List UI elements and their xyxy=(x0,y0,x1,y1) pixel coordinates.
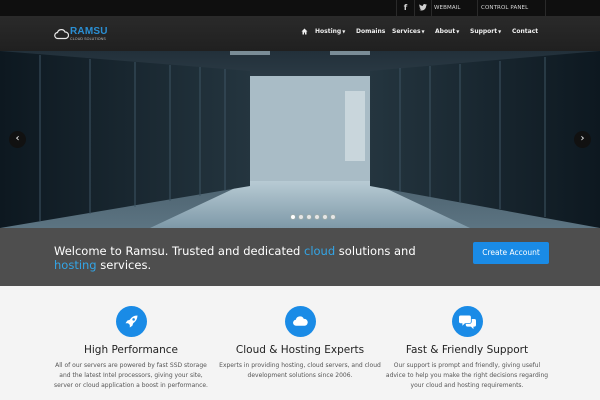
slider-prev-button[interactable]: ‹ xyxy=(9,131,26,148)
rocket-icon xyxy=(116,306,147,337)
feature-text: Our support is prompt and friendly, givi… xyxy=(385,362,549,389)
nav-hosting[interactable]: Hosting▼ xyxy=(315,28,345,35)
slider-dot[interactable] xyxy=(306,214,312,220)
highlight-hosting: hosting xyxy=(54,258,97,272)
feature-text: Experts in providing hosting, cloud serv… xyxy=(219,362,381,379)
control-panel-login-link[interactable]: CONTROL PANEL LOGIN xyxy=(478,0,546,27)
slider-next-button[interactable]: › xyxy=(574,131,591,148)
server-room-image xyxy=(0,51,600,228)
feature-text: All of our servers are powered by fast S… xyxy=(54,362,208,389)
webmail-login-link[interactable]: WEBMAIL LOGIN xyxy=(431,0,478,27)
nav-services[interactable]: Services▼ xyxy=(392,28,425,35)
nav-contact[interactable]: Contact xyxy=(512,28,538,35)
slider-dot[interactable] xyxy=(322,214,328,220)
welcome-band: Welcome to Ramsu. Trusted and dedicated … xyxy=(0,228,600,286)
highlight-cloud: cloud xyxy=(304,244,336,258)
nav-about[interactable]: About▼ xyxy=(435,28,459,35)
slider-dot[interactable] xyxy=(290,214,296,220)
home-icon[interactable] xyxy=(301,28,308,35)
slider-dot[interactable] xyxy=(314,214,320,220)
facebook-icon[interactable]: f xyxy=(396,0,414,16)
main-nav: Hosting▼ Domains Services▼ About▼ Suppor… xyxy=(0,16,600,51)
feature-title: Fast & Friendly Support xyxy=(405,344,529,356)
nav-support[interactable]: Support▼ xyxy=(470,28,501,35)
slider-dot[interactable] xyxy=(330,214,336,220)
chat-bubbles-icon xyxy=(452,306,483,337)
nav-domains[interactable]: Domains xyxy=(356,28,385,35)
slider-pagination xyxy=(290,214,340,222)
hero-slider: ‹ › xyxy=(0,51,600,228)
feature-title: High Performance xyxy=(83,344,178,356)
top-utility-bar: f WEBMAIL LOGIN CONTROL PANEL LOGIN xyxy=(0,0,600,27)
create-account-button[interactable]: Create Account xyxy=(473,242,549,264)
feature-title: Cloud & Hosting Experts xyxy=(235,344,365,356)
cloud-icon xyxy=(285,306,316,337)
welcome-text: Welcome to Ramsu. Trusted and dedicated … xyxy=(54,244,416,272)
twitter-icon[interactable] xyxy=(414,0,432,16)
slider-dot[interactable] xyxy=(298,214,304,220)
